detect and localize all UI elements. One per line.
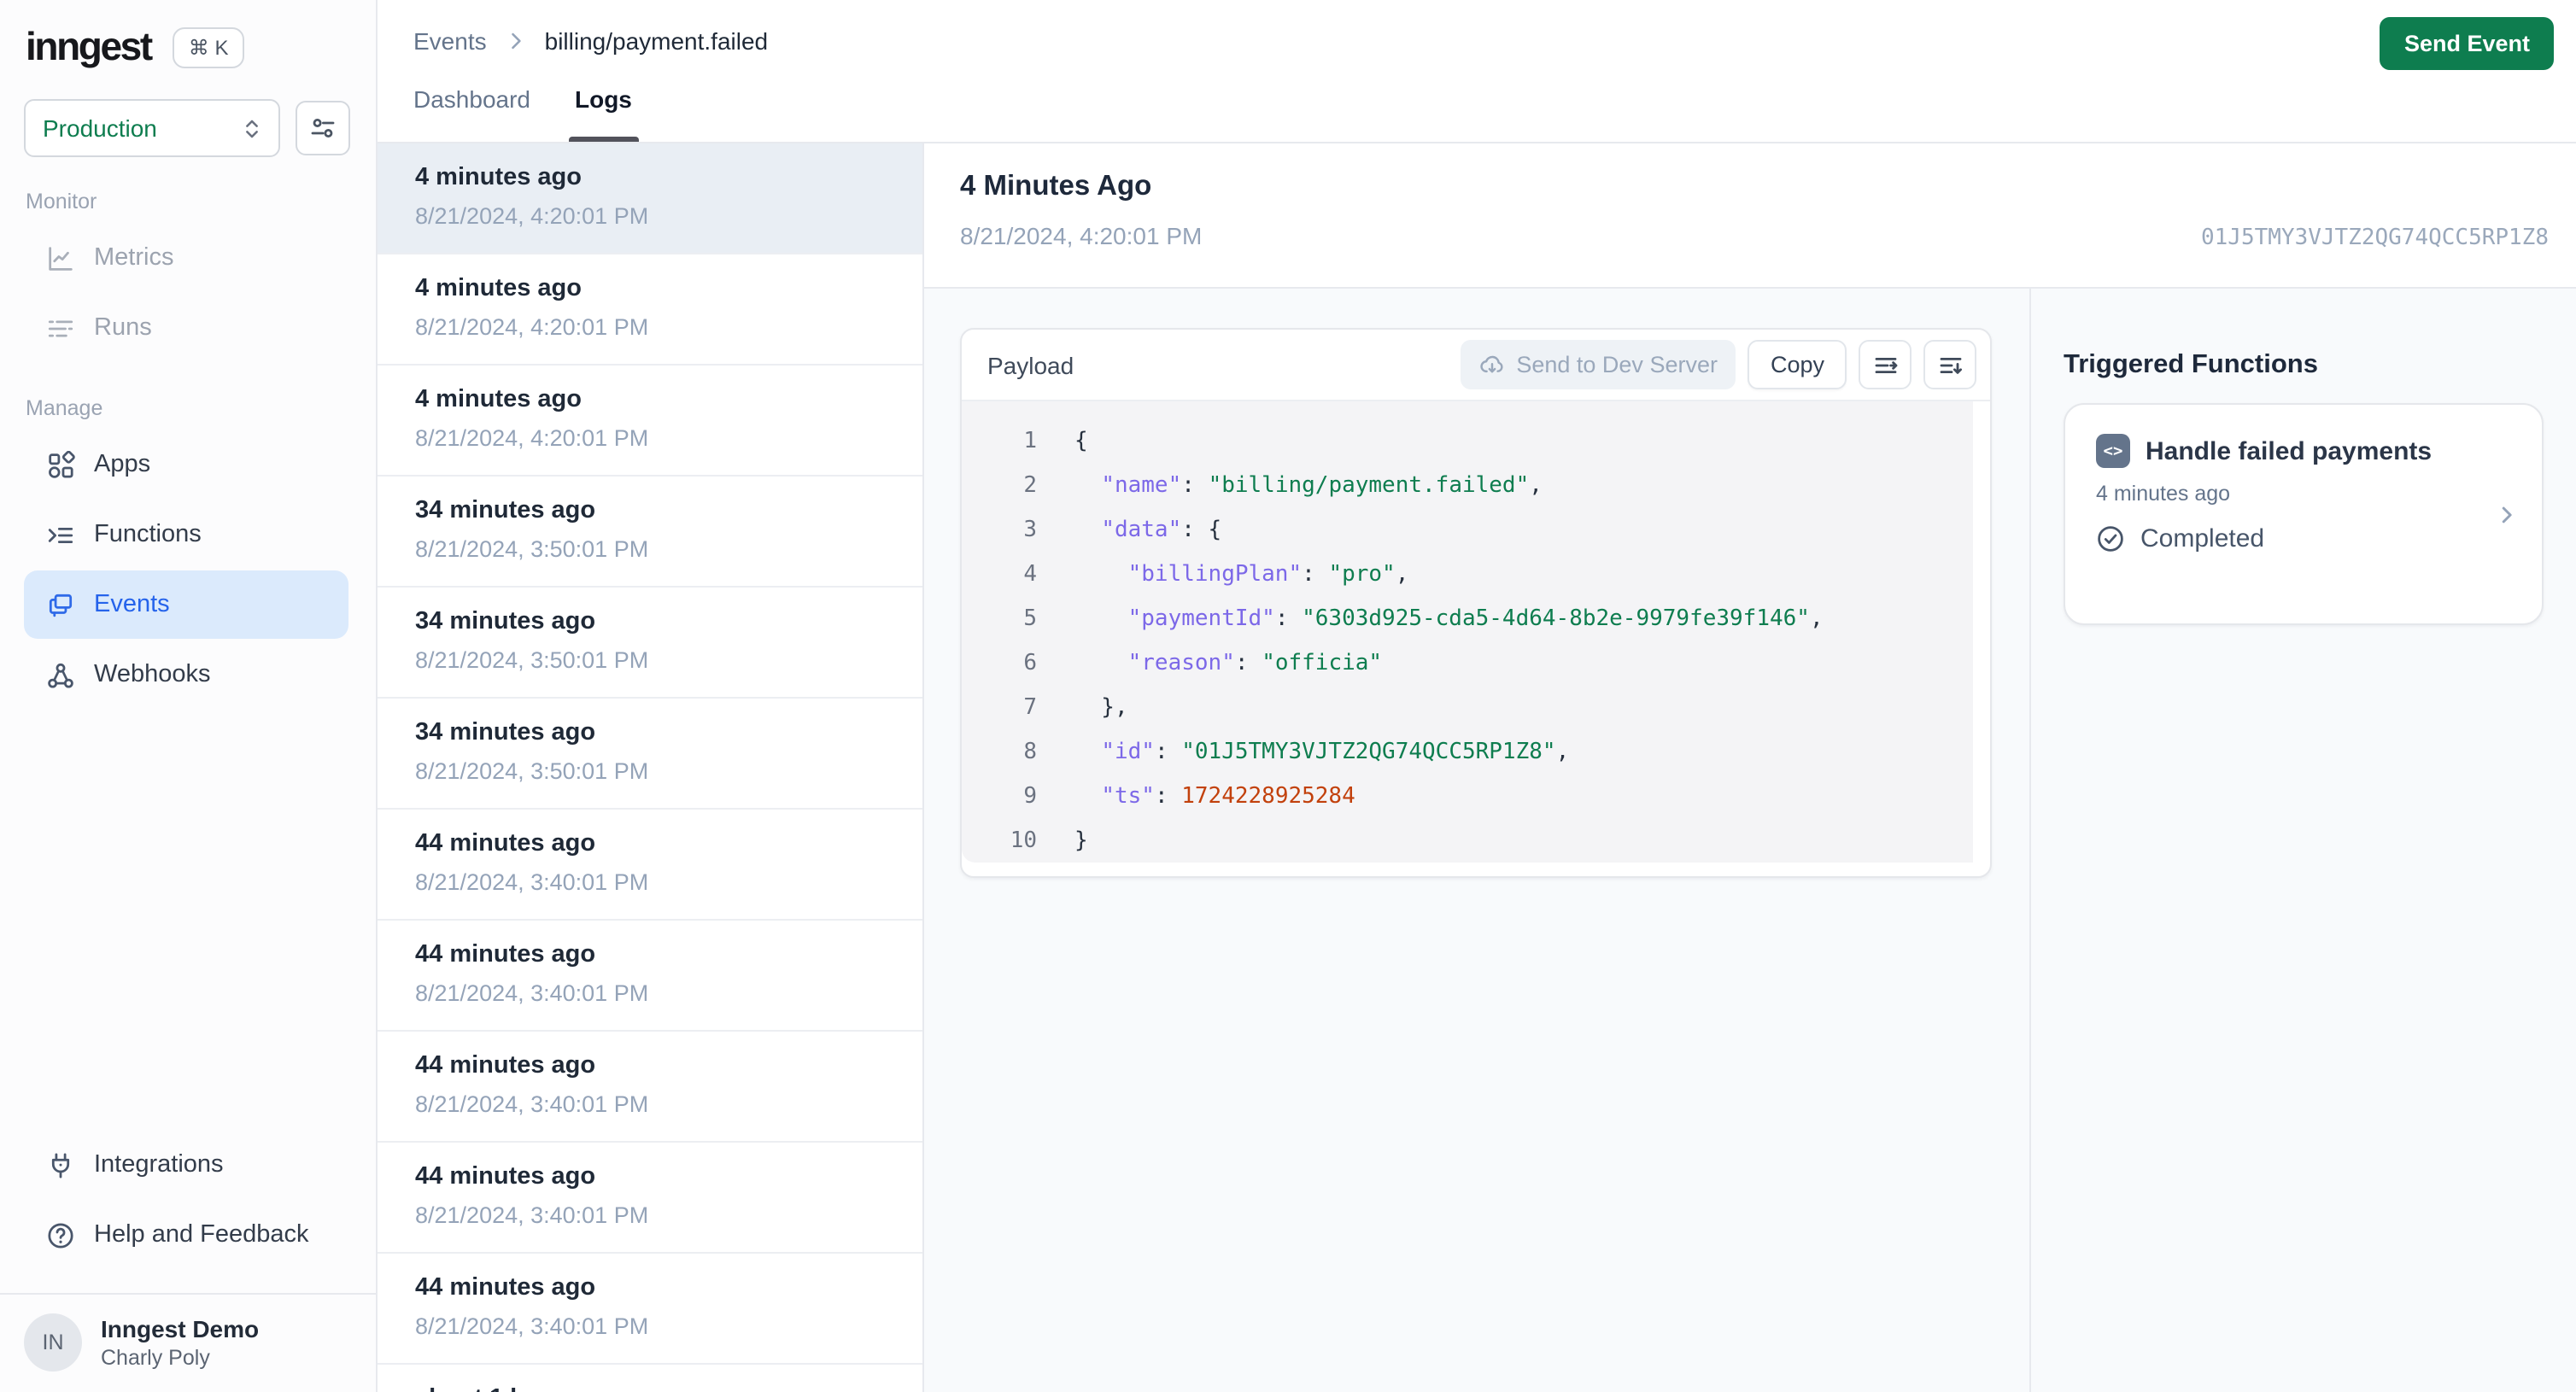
event-list-item[interactable]: 34 minutes ago 8/21/2024, 3:50:01 PM (378, 588, 922, 699)
event-id: 01J5TMY3VJTZ2QG74QCC5RP1Z8 (2201, 225, 2549, 251)
event-detail-content: Payload Send to Dev Server Copy 1 {2 "n… (924, 289, 2576, 1392)
breadcrumb: Events billing/payment.failed (413, 27, 768, 55)
breadcrumb-current: billing/payment.failed (544, 27, 769, 55)
function-code-icon: <> (2096, 434, 2130, 468)
code-line: 9 "ts": 1724228925284 (1023, 784, 1355, 810)
code-line: 3 "data": { (1023, 518, 1222, 543)
event-list-item[interactable]: 4 minutes ago 8/21/2024, 4:20:01 PM (378, 143, 922, 254)
payload-title: Payload (987, 351, 1074, 378)
tab-dashboard[interactable]: Dashboard (413, 79, 530, 142)
chevron-right-icon[interactable] (2494, 502, 2520, 528)
sidebar-item-functions[interactable]: Functions (24, 500, 348, 569)
copy-button[interactable]: Copy (1748, 340, 1847, 389)
event-list-item[interactable]: 44 minutes ago 8/21/2024, 3:40:01 PM (378, 1143, 922, 1254)
sidebar-item-events[interactable]: Events (24, 570, 348, 639)
payload-card: Payload Send to Dev Server Copy 1 {2 "n… (960, 328, 1992, 878)
event-detail-panel: 4 Minutes Ago 8/21/2024, 4:20:01 PM 01J5… (924, 143, 2576, 1392)
environment-row: Production (0, 70, 376, 157)
apps-icon (46, 450, 75, 479)
send-to-dev-server-button[interactable]: Send to Dev Server (1460, 340, 1736, 389)
event-list-item[interactable]: 44 minutes ago 8/21/2024, 3:40:01 PM (378, 1032, 922, 1143)
expand-lines-icon (1936, 351, 1964, 378)
code-line: 8 "id": "01J5TMY3VJTZ2QG74QCC5RP1Z8", (1023, 740, 1570, 765)
event-list-item[interactable]: 4 minutes ago 8/21/2024, 4:20:01 PM (378, 366, 922, 477)
triggered-functions-panel: Triggered Functions <> Handle failed pay… (2064, 289, 2544, 1392)
event-detail-timestamp: 8/21/2024, 4:20:01 PM (960, 222, 1203, 249)
breadcrumb-events-link[interactable]: Events (413, 27, 487, 55)
account-user-name: Charly Poly (101, 1346, 210, 1370)
code-line: 6 "reason": "officia" (1023, 651, 1383, 676)
event-list-item[interactable]: 4 minutes ago 8/21/2024, 4:20:01 PM (378, 254, 922, 366)
event-list-item[interactable]: 34 minutes ago 8/21/2024, 3:50:01 PM (378, 699, 922, 810)
divider (2029, 289, 2031, 1392)
triggered-function-card[interactable]: <> Handle failed payments 4 minutes ago … (2064, 403, 2544, 625)
sidebar-item-help-and-feedback[interactable]: Help and Feedback (24, 1201, 348, 1269)
code-line: 5 "paymentId": "6303d925-cda5-4d64-8b2e-… (1023, 606, 1824, 632)
help-icon (46, 1220, 75, 1249)
wrap-text-button[interactable] (1859, 340, 1912, 389)
function-status: Completed (2096, 524, 2515, 553)
triggered-functions-heading: Triggered Functions (2064, 349, 2318, 379)
event-list-item[interactable]: 44 minutes ago 8/21/2024, 3:40:01 PM (378, 1254, 922, 1365)
webhooks-icon (46, 660, 75, 689)
events-icon (46, 590, 75, 619)
command-k-shortcut[interactable]: ⌘ K (173, 26, 244, 67)
function-name: Handle failed payments (2146, 436, 2433, 465)
sidebar-item-webhooks[interactable]: Webhooks (24, 640, 348, 709)
tab-logs[interactable]: Logs (567, 79, 640, 142)
chevron-updown-icon (239, 115, 265, 141)
cloud-download-icon (1478, 352, 1504, 377)
top-bar: Events billing/payment.failed Dashboard … (378, 0, 2576, 143)
sidebar-item-apps[interactable]: Apps (24, 430, 348, 499)
tabs: Dashboard Logs (413, 79, 640, 142)
event-detail-title: 4 Minutes Ago (960, 171, 1152, 202)
sliders-icon (309, 114, 337, 142)
sidebar-item-metrics[interactable]: Metrics (24, 224, 348, 292)
metrics-icon (46, 243, 75, 272)
payload-header: Payload Send to Dev Server Copy (962, 330, 1990, 401)
check-circle-icon (2096, 524, 2125, 553)
environment-label: Production (43, 114, 157, 142)
account-menu[interactable]: IN Inngest Demo Charly Poly (0, 1295, 376, 1392)
plug-icon (46, 1150, 75, 1179)
sidebar-nav: Monitor Metrics Runs Manage Apps Functions Eve… (0, 157, 376, 711)
event-list-item[interactable]: 34 minutes ago 8/21/2024, 3:50:01 PM (378, 477, 922, 588)
sidebar-item-runs[interactable]: Runs (24, 294, 348, 362)
sidebar-footer-nav: Integrations Help and Feedback (0, 1129, 376, 1271)
payload-actions: Send to Dev Server Copy (1460, 340, 1976, 389)
sidebar: inngest ⌘ K Production Monitor Metrics Run… (0, 0, 378, 1392)
sidebar-item-integrations[interactable]: Integrations (24, 1131, 348, 1199)
avatar: IN (24, 1313, 82, 1372)
code-line: 4 "billingPlan": "pro", (1023, 562, 1409, 588)
functions-icon (46, 520, 75, 549)
account-org-name: Inngest Demo (101, 1315, 260, 1342)
runs-icon (46, 313, 75, 342)
expand-lines-button[interactable] (1923, 340, 1976, 389)
environment-settings-button[interactable] (296, 101, 350, 155)
function-status-label: Completed (2140, 524, 2265, 553)
app-root: inngest ⌘ K Production Monitor Metrics Run… (0, 0, 2576, 1392)
function-run-time: 4 minutes ago (2096, 482, 2231, 506)
send-event-button[interactable]: Send Event (2380, 17, 2554, 70)
payload-code-editor[interactable]: 1{ 2 "name": "billing/payment.failed", 3 "… (962, 401, 1973, 863)
chevron-right-icon (504, 29, 528, 53)
code-line: 1{ (1023, 429, 1088, 454)
sidebar-section-label: Monitor (26, 190, 97, 213)
event-list-item[interactable]: about 1 hour ago (378, 1365, 922, 1392)
code-line: 10} (1010, 828, 1088, 854)
event-detail-header: 4 Minutes Ago 8/21/2024, 4:20:01 PM 01J5… (924, 143, 2576, 289)
logo-row: inngest ⌘ K (0, 0, 376, 70)
event-log-list: 4 minutes ago 8/21/2024, 4:20:01 PM 4 minu… (378, 143, 924, 1392)
code-line: 2 "name": "billing/payment.failed", (1023, 473, 1543, 499)
inngest-logo: inngest (26, 24, 153, 68)
wrap-text-icon (1871, 351, 1899, 378)
environment-selector[interactable]: Production (24, 99, 280, 157)
event-list-item[interactable]: 44 minutes ago 8/21/2024, 3:40:01 PM (378, 810, 922, 921)
sidebar-section-label: Manage (26, 396, 103, 420)
code-line: 7 }, (1023, 695, 1128, 721)
event-list-item[interactable]: 44 minutes ago 8/21/2024, 3:40:01 PM (378, 921, 922, 1032)
